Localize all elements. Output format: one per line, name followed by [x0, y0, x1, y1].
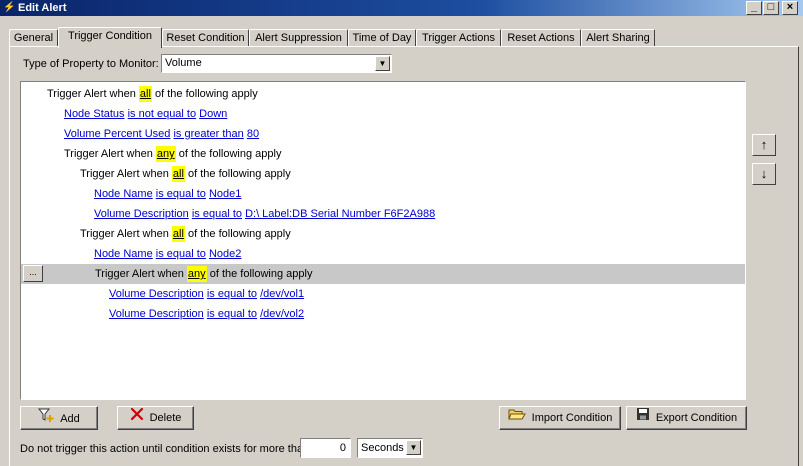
- arrow-up-icon: ↑: [760, 137, 768, 152]
- group-operator-link[interactable]: all: [138, 86, 152, 102]
- condition-row[interactable]: Node Name is equal to Node1: [21, 184, 745, 204]
- condition-field-link[interactable]: Node Status: [64, 108, 125, 120]
- tab-reset-actions[interactable]: Reset Actions: [501, 29, 581, 47]
- condition-row[interactable]: Volume Description is equal to /dev/vol2: [21, 304, 745, 324]
- trigger-delay-label: Do not trigger this action until conditi…: [20, 443, 310, 455]
- condition-field-link[interactable]: Volume Description: [109, 308, 204, 320]
- condition-tree[interactable]: Trigger Alert when all of the following …: [20, 81, 746, 400]
- minimize-button[interactable]: _: [746, 1, 762, 15]
- condition-operator-link[interactable]: is equal to: [192, 208, 242, 220]
- row-options-button[interactable]: ...: [23, 265, 43, 282]
- open-folder-icon: [507, 407, 526, 429]
- condition-row[interactable]: Volume Description is equal to /dev/vol1: [21, 284, 745, 304]
- property-type-label: Type of Property to Monitor:: [23, 58, 159, 70]
- group-operator-link[interactable]: all: [171, 226, 185, 242]
- condition-group-row[interactable]: Trigger Alert when any of the following …: [21, 144, 745, 164]
- condition-field-link[interactable]: Node Name: [94, 188, 153, 200]
- tab-general[interactable]: General: [9, 29, 58, 47]
- alert-bolt-icon: ⚡: [3, 2, 16, 13]
- condition-row[interactable]: Volume Percent Used is greater than 80: [21, 124, 745, 144]
- condition-operator-link[interactable]: is equal to: [156, 248, 206, 260]
- trigger-delay-input[interactable]: 0: [300, 438, 351, 458]
- group-operator-link[interactable]: all: [171, 166, 185, 182]
- condition-field-link[interactable]: Volume Description: [94, 208, 189, 220]
- condition-value-link[interactable]: /dev/vol2: [260, 308, 304, 320]
- close-button[interactable]: ×: [782, 1, 798, 15]
- condition-row[interactable]: Volume Description is equal to D:\ Label…: [21, 204, 745, 224]
- condition-value-link[interactable]: 80: [247, 128, 259, 140]
- tab-trigger-condition[interactable]: Trigger Condition: [58, 27, 162, 48]
- condition-value-link[interactable]: /dev/vol1: [260, 288, 304, 300]
- window-title: Edit Alert: [18, 2, 67, 14]
- condition-operator-link[interactable]: is greater than: [173, 128, 243, 140]
- delete-x-icon: [130, 407, 144, 429]
- arrow-down-icon: ↓: [760, 166, 768, 181]
- chevron-down-icon[interactable]: ▼: [375, 56, 390, 71]
- condition-row[interactable]: Node Name is equal to Node2: [21, 244, 745, 264]
- property-type-value: Volume: [165, 57, 202, 69]
- condition-operator-link[interactable]: is not equal to: [128, 108, 197, 120]
- condition-field-link[interactable]: Volume Percent Used: [64, 128, 170, 140]
- trigger-delay-unit-value: Seconds: [361, 442, 404, 454]
- title-bar: ⚡ Edit Alert _ □ ×: [0, 0, 803, 16]
- condition-row[interactable]: Node Status is not equal to Down: [21, 104, 745, 124]
- add-button[interactable]: Add: [20, 406, 98, 430]
- condition-operator-link[interactable]: is equal to: [207, 288, 257, 300]
- save-disk-icon: [636, 407, 650, 429]
- tab-alert-suppression[interactable]: Alert Suppression: [249, 29, 348, 47]
- tab-strip: General Trigger Condition Reset Conditio…: [9, 27, 799, 48]
- condition-value-link[interactable]: Down: [199, 108, 227, 120]
- condition-field-link[interactable]: Node Name: [94, 248, 153, 260]
- group-operator-link[interactable]: any: [155, 146, 176, 162]
- import-condition-button[interactable]: Import Condition: [499, 406, 621, 430]
- move-up-button[interactable]: ↑: [752, 134, 776, 156]
- condition-value-link[interactable]: Node1: [209, 188, 241, 200]
- delete-button[interactable]: Delete: [117, 406, 194, 430]
- condition-group-row[interactable]: Trigger Alert when all of the following …: [21, 84, 745, 104]
- condition-operator-link[interactable]: is equal to: [207, 308, 257, 320]
- tab-reset-condition[interactable]: Reset Condition: [162, 29, 249, 47]
- tab-time-of-day[interactable]: Time of Day: [348, 29, 416, 47]
- condition-value-link[interactable]: D:\ Label:DB Serial Number F6F2A988: [245, 208, 435, 220]
- group-operator-link[interactable]: any: [186, 266, 207, 282]
- trigger-delay-unit-select[interactable]: Seconds ▼: [357, 438, 423, 458]
- property-type-select[interactable]: Volume ▼: [161, 54, 392, 73]
- condition-group-row[interactable]: Trigger Alert when all of the following …: [21, 224, 745, 244]
- condition-field-link[interactable]: Volume Description: [109, 288, 204, 300]
- add-filter-icon: [38, 407, 54, 431]
- chevron-down-icon[interactable]: ▼: [406, 440, 421, 455]
- move-down-button[interactable]: ↓: [752, 163, 776, 185]
- condition-group-row-selected[interactable]: ... Trigger Alert when any of the follow…: [21, 264, 745, 284]
- export-condition-button[interactable]: Export Condition: [626, 406, 747, 430]
- tab-trigger-actions[interactable]: Trigger Actions: [416, 29, 501, 47]
- tab-alert-sharing[interactable]: Alert Sharing: [581, 29, 655, 47]
- condition-group-row[interactable]: Trigger Alert when all of the following …: [21, 164, 745, 184]
- condition-value-link[interactable]: Node2: [209, 248, 241, 260]
- maximize-button[interactable]: □: [763, 1, 779, 15]
- condition-operator-link[interactable]: is equal to: [156, 188, 206, 200]
